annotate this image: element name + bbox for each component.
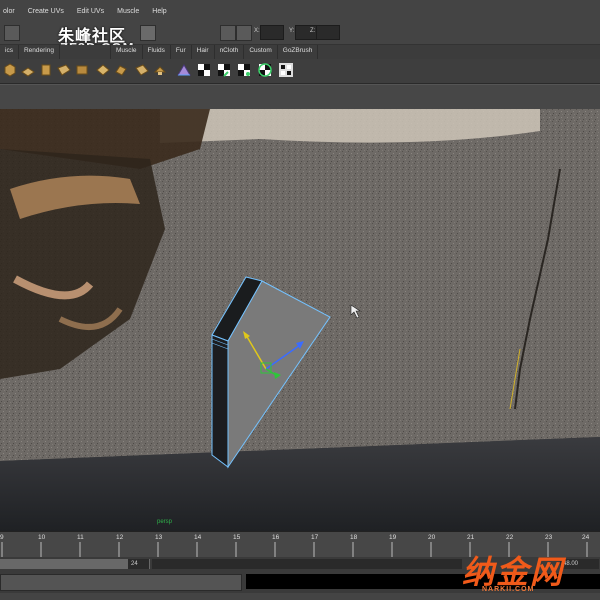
- tick-label: 9: [0, 534, 4, 541]
- viewport-scene: [0, 109, 600, 531]
- transform-mode-button[interactable]: [236, 25, 252, 41]
- z-field[interactable]: [316, 25, 340, 40]
- tick-label: 19: [389, 534, 397, 541]
- z-label: Z:: [310, 28, 316, 34]
- tick-label: 16: [272, 534, 280, 541]
- tick-label: 20: [428, 534, 436, 541]
- uv-cut-icon[interactable]: [95, 62, 111, 78]
- tick-label: 10: [38, 534, 46, 541]
- checker-icon[interactable]: [196, 62, 212, 78]
- viewport-camera-label-text: persp: [157, 519, 173, 525]
- uv-move-icon[interactable]: [134, 62, 150, 78]
- tick-label: 23: [545, 534, 553, 541]
- checker-render-icon[interactable]: [257, 62, 273, 78]
- uv-sew-icon[interactable]: [113, 62, 129, 78]
- command-input[interactable]: [0, 574, 242, 591]
- shelf: [0, 59, 600, 84]
- tick-label: 18: [350, 534, 358, 541]
- tick-label: 24: [582, 534, 590, 541]
- history-toggle-button[interactable]: [220, 25, 236, 41]
- uv-layout-icon[interactable]: [152, 62, 168, 78]
- range-end-field[interactable]: 24: [128, 559, 149, 569]
- tick-label: 17: [311, 534, 319, 541]
- checker-uv-icon[interactable]: [216, 62, 232, 78]
- tab-hair[interactable]: Hair: [192, 45, 215, 59]
- tab-gozbrush[interactable]: GoZBrush: [278, 45, 319, 59]
- panel-toolbar: [0, 84, 600, 110]
- menu-item-edit-uvs[interactable]: Edit UVs: [77, 8, 104, 15]
- shelf-tabs: ics Rendering Muscle Fluids Fur Hair nCl…: [0, 45, 600, 59]
- tab-muscle[interactable]: Muscle: [111, 45, 143, 59]
- uv-sphere-icon[interactable]: [56, 62, 72, 78]
- tick-label: 11: [77, 534, 84, 541]
- uv-cube-icon[interactable]: [2, 62, 18, 78]
- tab-custom[interactable]: Custom: [244, 45, 278, 59]
- tab-dynamics[interactable]: ics: [0, 45, 19, 59]
- menu-bar: olor Create UVs Edit UVs Muscle Help: [0, 0, 600, 23]
- menu-item-help[interactable]: Help: [152, 8, 166, 15]
- uv-plane-icon[interactable]: [20, 62, 36, 78]
- checker-box-icon[interactable]: [278, 62, 294, 78]
- x-label: X:: [254, 28, 260, 34]
- tab-hidden[interactable]: [60, 45, 111, 59]
- tab-fluids[interactable]: Fluids: [143, 45, 171, 59]
- watermark-narkii-en: NARKII.COM: [482, 586, 535, 593]
- range-track[interactable]: [152, 559, 462, 569]
- menu-item-create-uvs[interactable]: Create UVs: [28, 8, 64, 15]
- watermark-narkii: 纳金网 NARKII.COM: [462, 547, 594, 597]
- tick-label: 21: [467, 534, 475, 541]
- tick-label: 12: [116, 534, 124, 541]
- tick-label: 13: [155, 534, 163, 541]
- mesh-side-face: [211, 334, 229, 468]
- snap-grid-button[interactable]: [4, 25, 20, 41]
- checker-transform-icon[interactable]: [236, 62, 252, 78]
- menu-item-muscle[interactable]: Muscle: [117, 8, 139, 15]
- tick-label: 15: [233, 534, 241, 541]
- x-field[interactable]: [260, 25, 284, 40]
- tab-ncloth[interactable]: nCloth: [215, 45, 245, 59]
- tab-rendering[interactable]: Rendering: [19, 45, 60, 59]
- uv-cylinder-icon[interactable]: [38, 62, 54, 78]
- uv-normalize-icon[interactable]: [176, 62, 192, 78]
- y-label: Y:: [289, 28, 295, 34]
- tick-label: 14: [194, 534, 202, 541]
- menu-item-color[interactable]: olor: [3, 8, 15, 15]
- uv-auto-icon[interactable]: [74, 62, 90, 78]
- tick-label: 22: [506, 534, 514, 541]
- tab-fur[interactable]: Fur: [171, 45, 192, 59]
- perspective-viewport[interactable]: persp: [0, 109, 600, 531]
